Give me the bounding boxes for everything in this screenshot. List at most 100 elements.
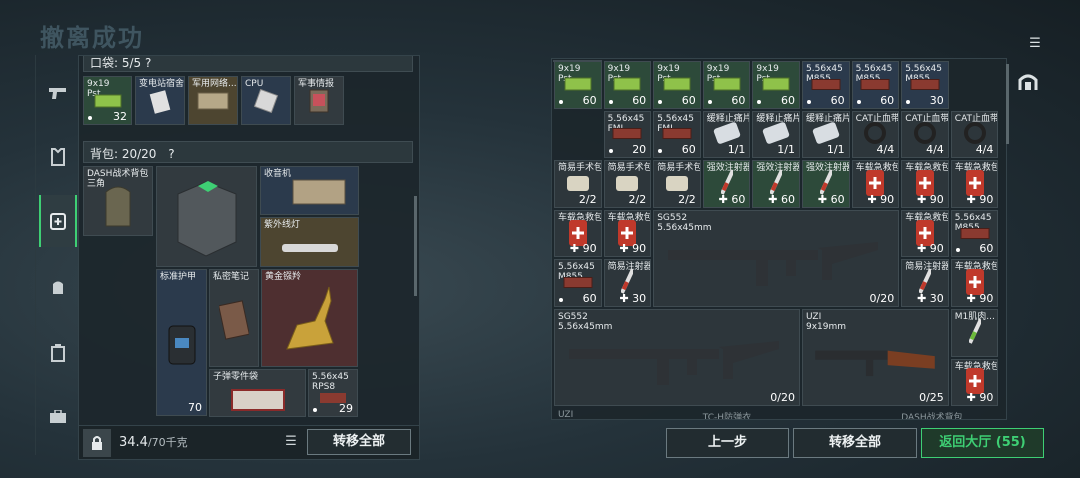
pocket-item-network[interactable]: 军用网络... xyxy=(188,76,238,125)
transfer-all-button[interactable]: 转移全部 xyxy=(793,428,917,458)
loot-item[interactable]: CAT止血带 4/4 xyxy=(851,110,900,159)
left-footer: 34.4/70千克 ☰ 转移全部 xyxy=(79,425,419,459)
item-count: 60 xyxy=(880,93,895,107)
left-scrollbar[interactable] xyxy=(414,196,417,296)
return-lobby-button[interactable]: 返回大厅 (55) xyxy=(921,428,1044,458)
left-transfer-all-button[interactable]: 转移全部 xyxy=(307,429,411,455)
item-count: 2/2 xyxy=(628,192,647,206)
loot-item[interactable]: 9x19 Pst60 xyxy=(752,61,800,109)
list-view-icon[interactable]: ☰ xyxy=(281,432,301,452)
loot-item[interactable]: 9x19 Pst60 xyxy=(603,61,652,109)
weapon-item[interactable]: SG552 5.56x45mm 0/20 xyxy=(653,209,900,307)
help-icon[interactable]: ? xyxy=(168,147,174,161)
weapon-item[interactable]: UZI 9x19mm 0/25 xyxy=(802,309,949,407)
loot-item[interactable]: 5.56x45 M85560 xyxy=(802,61,850,109)
pocket-item-cpu[interactable]: CPU xyxy=(241,76,291,125)
ammo-box-icon xyxy=(910,78,940,90)
loot-item[interactable]: 9x19 Pst60 xyxy=(702,61,751,109)
loot-item[interactable]: 5.56x45 FMJ20 xyxy=(603,110,652,159)
loot-item[interactable]: 5.56x45 FMJ60 xyxy=(653,110,701,159)
loot-item[interactable]: M1肌肉... xyxy=(950,309,999,357)
loot-item[interactable]: CAT止血带 4/4 xyxy=(950,110,999,159)
surgery-kit-icon xyxy=(665,175,688,191)
pistol-icon[interactable] xyxy=(39,73,77,113)
loot-item[interactable]: 9x19 Pst60 xyxy=(554,61,602,109)
item-count: ✚ 30 xyxy=(619,291,647,305)
loot-item[interactable]: 简易注射器 ✚ 30 xyxy=(901,259,949,307)
loot-item[interactable]: 车载急救包 ✚ 90 xyxy=(603,209,652,258)
container-tab-icon[interactable] xyxy=(1013,72,1043,102)
tag-dot xyxy=(757,99,762,104)
loot-item[interactable]: 车载急救包 ✚ 90 xyxy=(901,160,949,208)
loot-item[interactable]: 简易手术包 2/2 xyxy=(653,160,701,208)
loot-item[interactable]: 5.56x45 M85560 xyxy=(554,259,602,307)
rifle-icon xyxy=(569,341,779,386)
back-button[interactable]: 上一步 xyxy=(666,428,789,458)
ammo-box-icon xyxy=(960,227,990,239)
loot-item[interactable]: 车载急救包 ✚ 90 xyxy=(901,209,949,258)
loot-item[interactable]: 强效注射器 ✚ 60 xyxy=(802,160,850,208)
backpack-uvlamp[interactable]: 紫外线灯 xyxy=(260,217,359,267)
armor-vest-icon xyxy=(168,325,195,365)
loot-item[interactable]: 缓释止痛片 1/1 xyxy=(702,110,751,159)
item-count: ✚ 90 xyxy=(619,242,647,256)
tag-dot xyxy=(608,99,613,104)
rifle-icon xyxy=(668,242,879,287)
loot-item[interactable]: 简易手术包 2/2 xyxy=(603,160,652,208)
item-count: 30 xyxy=(929,93,944,107)
backpack-container-box[interactable] xyxy=(156,166,257,267)
loot-item[interactable]: 车载急救包 ✚ 90 xyxy=(950,160,999,208)
pocket-item-ammo[interactable]: 9x19 Pst 32 xyxy=(83,76,132,125)
keycard-icon xyxy=(149,90,171,115)
ammo-count: 0/25 xyxy=(919,391,944,405)
toolbox-icon[interactable] xyxy=(39,397,77,437)
loot-item[interactable]: 强效注射器 ✚ 60 xyxy=(752,160,800,208)
tag-dot xyxy=(313,408,317,412)
backpack-armor[interactable]: 标准护甲 70 xyxy=(156,269,207,416)
loot-item[interactable]: 缓释止痛片 1/1 xyxy=(802,110,850,159)
weapon-item[interactable]: SG552 5.56x45mm 0/20 xyxy=(554,309,800,407)
backpack-ammo[interactable]: 5.56x45 RPS8 29 xyxy=(308,369,358,417)
backpack-icon[interactable] xyxy=(39,267,77,307)
backpack-notes[interactable]: 私密笔记 xyxy=(209,269,259,367)
case-icon[interactable] xyxy=(39,333,77,373)
loot-item[interactable]: 车载急救包 ✚ 90 xyxy=(851,160,900,208)
item-count: 2/2 xyxy=(578,192,597,206)
partial-item-label: UZI xyxy=(558,410,574,420)
item-count: 4/4 xyxy=(876,143,895,157)
pocket-item-intel[interactable]: 军事情报 xyxy=(294,76,344,125)
backpack-ammo-bag[interactable]: 子弹零件袋 xyxy=(209,369,306,417)
pocket-header: 口袋: 5/5 ? xyxy=(83,56,413,72)
loot-item[interactable]: 缓释止痛片 1/1 xyxy=(752,110,800,159)
partial-item-label: DASH战术背包 xyxy=(901,413,963,420)
menu-list-icon[interactable]: ☰ xyxy=(1026,36,1044,52)
loot-item[interactable]: 车载急救包 ✚ 90 xyxy=(950,358,999,407)
ammo-box-icon xyxy=(663,77,691,91)
medkit-icon[interactable] xyxy=(39,195,77,247)
golden-antelope-icon xyxy=(285,286,334,350)
backpack-radio[interactable]: 收音机 xyxy=(260,166,359,215)
loot-item[interactable]: 9x19 Pst60 xyxy=(653,61,701,109)
loot-item[interactable]: 简易手术包 2/2 xyxy=(554,160,602,208)
armor-icon[interactable] xyxy=(39,137,77,177)
pocket-item-key[interactable]: 变电站宿舍 xyxy=(135,76,185,125)
loot-item[interactable]: 5.56x45 M85560 xyxy=(950,209,999,258)
loot-item[interactable]: 5.56x45 M85560 xyxy=(851,61,900,109)
loot-item[interactable]: 车载急救包 ✚ 90 xyxy=(950,259,999,307)
loot-item[interactable]: 车载急救包 ✚ 90 xyxy=(554,209,602,258)
loot-item[interactable]: CAT止血带 4/4 xyxy=(901,110,949,159)
category-sidebar xyxy=(35,55,77,455)
tag-dot xyxy=(856,99,861,104)
loot-container-panel: 9x19 Pst609x19 Pst609x19 Pst609x19 Pst60… xyxy=(551,58,1007,420)
ammo-box-icon xyxy=(94,94,121,108)
backpack-dash-item[interactable]: DASH战术背包 三角 xyxy=(83,166,153,236)
lock-icon[interactable] xyxy=(83,429,111,457)
loot-item[interactable]: 5.56x45 M85530 xyxy=(901,61,949,109)
loot-item[interactable]: 强效注射器 ✚ 60 xyxy=(702,160,751,208)
backpack-antelope[interactable]: 黄金镪羚 xyxy=(261,269,358,367)
item-count: ✚ 60 xyxy=(817,192,845,206)
right-scrollbar[interactable] xyxy=(1006,64,1009,144)
weight-readout: 34.4/70千克 xyxy=(119,435,188,450)
ammo-bag-icon xyxy=(230,388,285,411)
loot-item[interactable]: 简易注射器 ✚ 30 xyxy=(603,259,652,307)
